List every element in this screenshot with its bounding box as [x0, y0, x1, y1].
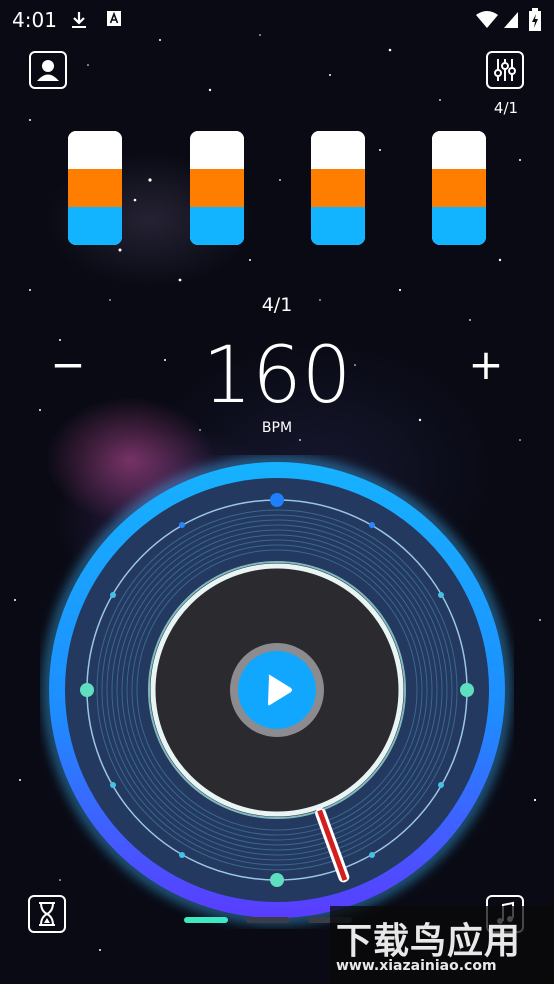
user-icon: [37, 60, 59, 81]
beat-meter-2[interactable]: [190, 131, 244, 245]
beat-dot-top: [270, 493, 284, 507]
status-bar: 4:01: [0, 0, 554, 40]
beat-dot-bottom: [270, 873, 284, 887]
play-button[interactable]: [230, 643, 324, 737]
hourglass-icon: [39, 902, 55, 926]
beat-dot-left: [80, 683, 94, 697]
keyboard-a-icon: [107, 11, 121, 26]
beat-meter-1[interactable]: [68, 131, 122, 245]
page-indicator-active[interactable]: [184, 917, 228, 923]
beat-dot-right: [460, 683, 474, 697]
watermark-text-url: www.xiazainiao.com: [336, 958, 497, 974]
wifi-icon: [476, 11, 498, 28]
timer-button[interactable]: [28, 895, 66, 933]
bpm-value: 160: [202, 331, 352, 421]
battery-charging-icon: [529, 8, 541, 31]
beat-meter-4[interactable]: [432, 131, 486, 245]
signal-icon: [504, 12, 518, 28]
decrease-bpm-button[interactable]: −: [40, 340, 96, 390]
page-indicator-2[interactable]: [246, 917, 290, 923]
status-time: 4:01: [12, 8, 57, 32]
download-icon: [72, 12, 86, 28]
equalizer-settings-button[interactable]: [486, 51, 524, 89]
watermark-text-cn: 下载鸟应用: [336, 921, 522, 962]
increase-bpm-button[interactable]: +: [458, 340, 514, 390]
bpm-unit-label: BPM: [261, 420, 293, 436]
time-signature[interactable]: 4/1: [237, 294, 317, 316]
profile-button[interactable]: [29, 51, 67, 89]
watermark-logo: 下载鸟应用 www.xiazainiao.com: [330, 906, 554, 984]
play-icon: [268, 674, 292, 706]
equalizer-sliders-icon: [494, 59, 516, 81]
meter-label: 4/1: [493, 99, 519, 117]
beat-meter-3[interactable]: [311, 131, 365, 245]
